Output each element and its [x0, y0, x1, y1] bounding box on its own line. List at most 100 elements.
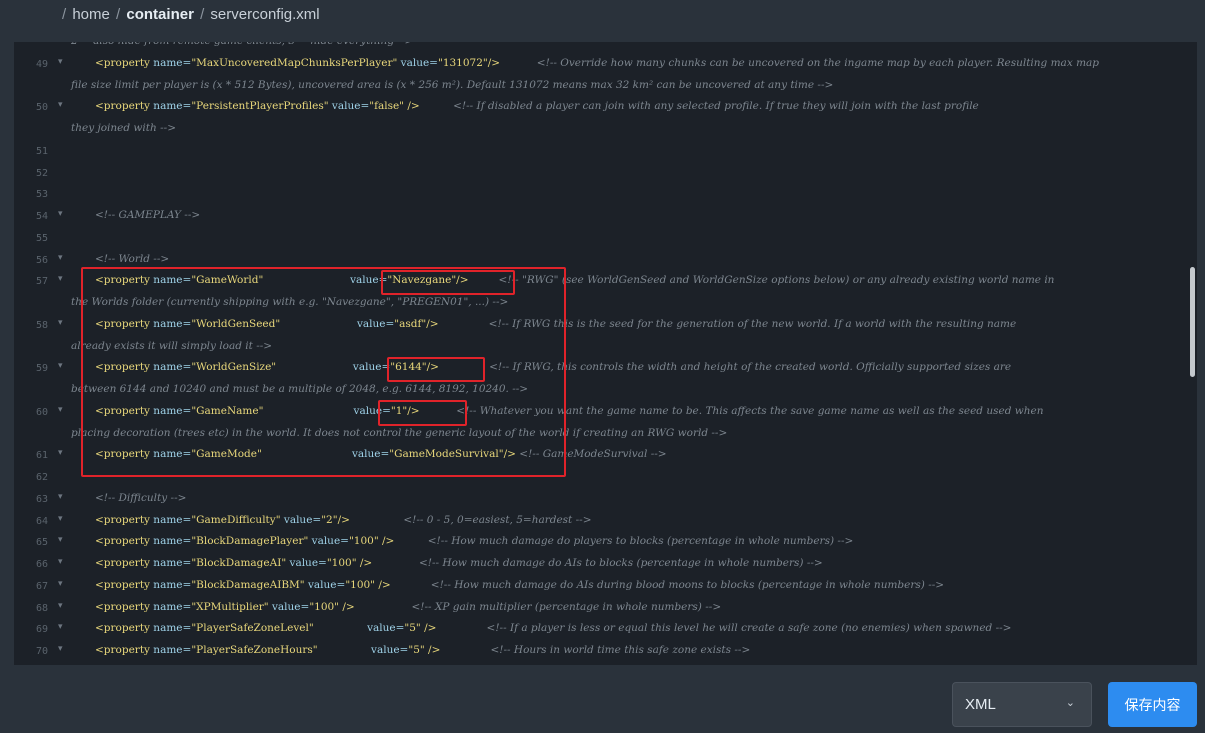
- comment-continuation: the Worlds folder (currently shipping wi…: [71, 296, 509, 308]
- fold-toggle-icon[interactable]: ▾: [58, 405, 63, 415]
- code-line[interactable]: 65 ▾ <property name="BlockDamagePlayer" va…: [14, 531, 1197, 553]
- fold-toggle-icon[interactable]: ▾: [58, 514, 63, 524]
- code-line[interactable]: 59 ▾ <property name="WorldGenSize" value="…: [14, 357, 1197, 379]
- property-value: "5": [404, 622, 421, 635]
- xml-attr-name: name=: [149, 274, 192, 287]
- save-button[interactable]: 保存内容: [1108, 682, 1197, 727]
- code-line[interactable]: 2 = also hide from remote game clients, …: [14, 42, 1197, 53]
- code-line[interactable]: 68 ▾ <property name="XPMultiplier" value="…: [14, 597, 1197, 619]
- xml-tag-close: />: [424, 644, 441, 656]
- code-line[interactable]: 64 ▾ <property name="GameDifficulty" value…: [14, 510, 1197, 532]
- property-name: "PersistentPlayerProfiles": [191, 100, 329, 113]
- fold-toggle-icon[interactable]: ▾: [58, 100, 63, 110]
- property-value: "100": [326, 557, 357, 569]
- inline-comment: <!-- How much damage do players to block…: [427, 535, 854, 548]
- fold-toggle-icon[interactable]: ▾: [58, 361, 63, 371]
- xml-attr-value-key: value=: [304, 578, 346, 591]
- code-lines[interactable]: 2 = also hide from remote game clients, …: [14, 42, 1197, 662]
- xml-attr-name: name=: [149, 557, 192, 569]
- fold-toggle-icon[interactable]: ▾: [58, 557, 63, 567]
- fold-toggle-icon[interactable]: ▾: [58, 318, 63, 328]
- code-line[interactable]: placing decoration (trees etc) in the wo…: [14, 423, 1197, 445]
- editor-scrollbar[interactable]: [1190, 267, 1195, 377]
- comment-continuation: placing decoration (trees etc) in the wo…: [71, 426, 728, 439]
- code-line[interactable]: already exists it will simply load it --…: [14, 336, 1197, 358]
- code-line[interactable]: 53: [14, 183, 1197, 205]
- property-value: "100": [309, 600, 340, 613]
- code-line[interactable]: 54 ▾ <!-- GAMEPLAY -->: [14, 205, 1197, 227]
- xml-attr-value-key: value=: [397, 56, 438, 69]
- code-line[interactable]: 63 ▾ <!-- Difficulty -->: [14, 488, 1197, 510]
- xml-attr-value-key: value=: [353, 404, 391, 417]
- code-line[interactable]: 70 ▾ <property name="PlayerSafeZoneHours" …: [14, 640, 1197, 662]
- property-name: "XPMultiplier": [191, 600, 269, 613]
- code-line[interactable]: 49 ▾ <property name="MaxUncoveredMapChunks…: [14, 53, 1197, 75]
- code-line[interactable]: 56 ▾ <!-- World -->: [14, 249, 1197, 271]
- property-value: "5": [408, 644, 425, 656]
- code-line[interactable]: 61 ▾ <property name="GameMode" value="Game…: [14, 444, 1197, 466]
- xml-tag-close: />: [378, 535, 395, 548]
- xml-attr-name: name=: [149, 644, 192, 656]
- code-line[interactable]: 67 ▾ <property name="BlockDamageAIBM" valu…: [14, 575, 1197, 597]
- inline-comment: <!-- "RWG" (see WorldGenSeed and WorldGe…: [498, 274, 1055, 287]
- code-line[interactable]: they joined with -->: [14, 118, 1197, 140]
- breadcrumb-item-home[interactable]: home: [72, 6, 110, 23]
- code-line[interactable]: 60 ▾ <property name="GameName" value="1"/>…: [14, 401, 1197, 423]
- code-line[interactable]: file size limit per player is (x * 512 B…: [14, 75, 1197, 97]
- xml-tag: <property: [95, 644, 150, 656]
- code-line[interactable]: 51: [14, 140, 1197, 162]
- xml-attr-name: name=: [149, 535, 192, 548]
- xml-tag-close: />: [337, 513, 350, 526]
- xml-attr-value-key: value=: [367, 622, 405, 635]
- property-value: "Navezgane": [387, 274, 457, 287]
- code-line[interactable]: between 6144 and 10240 and must be a mul…: [14, 379, 1197, 401]
- code-line[interactable]: 66 ▾ <property name="BlockDamageAI" value=…: [14, 553, 1197, 575]
- line-number: 65: [35, 537, 48, 549]
- code-editor[interactable]: 2 = also hide from remote game clients, …: [14, 42, 1197, 665]
- fold-toggle-icon[interactable]: ▾: [58, 492, 63, 502]
- section-comment: <!-- Difficulty -->: [95, 491, 187, 504]
- line-number: 60: [35, 406, 48, 418]
- xml-attr-value-key: value=: [352, 361, 391, 374]
- fold-toggle-icon[interactable]: ▾: [58, 253, 63, 263]
- line-number: 56: [35, 254, 48, 266]
- fold-toggle-icon[interactable]: ▾: [58, 644, 63, 654]
- language-select[interactable]: XML ⌄: [952, 682, 1092, 727]
- xml-attr-name: name=: [149, 513, 192, 526]
- xml-attr-name: name=: [149, 600, 192, 613]
- fold-toggle-icon[interactable]: ▾: [58, 601, 63, 611]
- line-number: 58: [35, 319, 48, 331]
- code-line[interactable]: 57 ▾ <property name="GameWorld" value="Nav…: [14, 270, 1197, 292]
- fold-toggle-icon[interactable]: ▾: [58, 448, 63, 458]
- fold-toggle-icon[interactable]: ▾: [58, 209, 63, 219]
- xml-attr-value-key: value=: [350, 274, 388, 287]
- fold-toggle-icon[interactable]: ▾: [58, 57, 63, 67]
- code-line[interactable]: 55: [14, 227, 1197, 249]
- code-line[interactable]: 50 ▾ <property name="PersistentPlayerProfi…: [14, 96, 1197, 118]
- fold-toggle-icon[interactable]: ▾: [58, 579, 63, 589]
- code-line[interactable]: 58 ▾ <property name="WorldGenSeed" value="…: [14, 314, 1197, 336]
- line-number: 63: [35, 493, 48, 505]
- inline-comment: <!-- GameModeSurvival -->: [519, 448, 667, 461]
- property-name: "GameDifficulty": [191, 513, 281, 526]
- code-line[interactable]: 69 ▾ <property name="PlayerSafeZoneLevel" …: [14, 618, 1197, 640]
- xml-tag: <property: [95, 361, 150, 374]
- property-name: "GameMode": [191, 448, 262, 461]
- xml-attr-value-key: value=: [286, 557, 327, 569]
- fold-toggle-icon[interactable]: ▾: [58, 274, 63, 284]
- fold-toggle-icon[interactable]: ▾: [58, 622, 63, 632]
- code-line[interactable]: 52: [14, 162, 1197, 184]
- fold-toggle-icon[interactable]: ▾: [58, 535, 63, 545]
- xml-attr-value-key: value=: [351, 448, 390, 461]
- code-line[interactable]: the Worlds folder (currently shipping wi…: [14, 292, 1197, 314]
- xml-tag: <property: [95, 448, 150, 461]
- xml-tag-close: />: [339, 600, 355, 613]
- xml-tag-close: />: [404, 100, 420, 113]
- code-line[interactable]: 62: [14, 466, 1197, 488]
- line-number: 64: [35, 515, 48, 527]
- xml-tag-close: />: [375, 578, 391, 591]
- breadcrumb-item-container[interactable]: container: [126, 6, 194, 23]
